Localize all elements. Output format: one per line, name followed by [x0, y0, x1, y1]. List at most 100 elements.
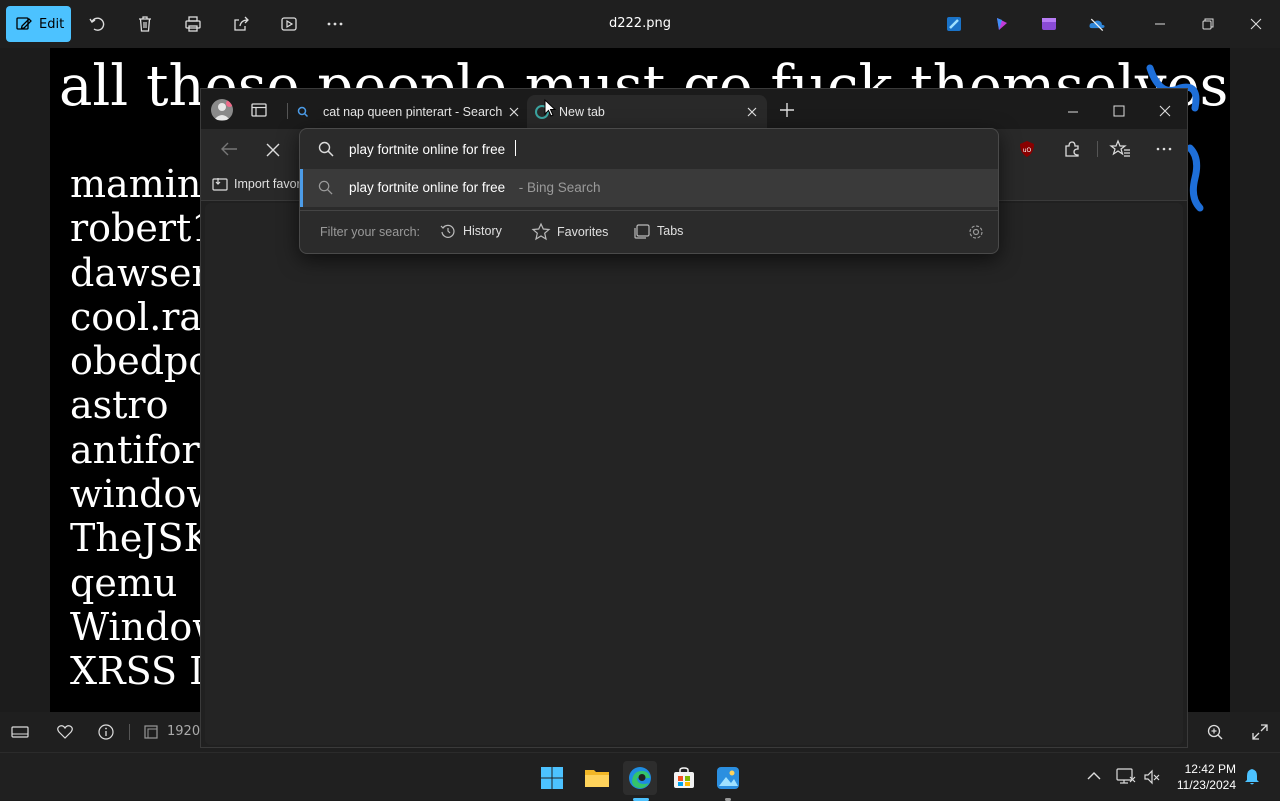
video-editor-icon: [1042, 18, 1056, 30]
edge-close-button[interactable]: [1159, 102, 1171, 121]
footer-divider: [129, 724, 130, 740]
windows-logo-icon: [541, 767, 563, 789]
print-button[interactable]: [179, 10, 207, 38]
filter-favorites-label: Favorites: [557, 224, 609, 239]
mouse-cursor-icon: [544, 98, 557, 117]
filmstrip-icon[interactable]: [11, 723, 29, 741]
tab-close-icon[interactable]: [509, 107, 519, 117]
system-clock[interactable]: 12:42 PM 11/23/2024: [1177, 761, 1236, 793]
edge-maximize-button[interactable]: [1113, 102, 1125, 121]
windows-taskbar: 12:42 PM 11/23/2024: [0, 752, 1280, 801]
favorite-heart-icon[interactable]: [56, 723, 74, 741]
edge-tab-bar: cat nap queen pinterart - Search New tab: [201, 89, 1187, 129]
history-clock-icon: [440, 224, 455, 238]
share-icon: [234, 16, 249, 31]
favorites-button[interactable]: [1109, 139, 1131, 162]
chevron-up-icon[interactable]: [1087, 771, 1101, 781]
tab-new-tab[interactable]: New tab: [527, 95, 767, 129]
edge-minimize-button[interactable]: [1067, 103, 1079, 122]
tab-divider: [287, 103, 288, 119]
play-icon: [281, 17, 297, 31]
gear-icon[interactable]: [968, 224, 984, 240]
new-tab-button[interactable]: [779, 102, 795, 118]
back-arrow-icon: [221, 142, 237, 156]
stop-loading-button[interactable]: [266, 142, 280, 161]
tab-actions-button[interactable]: [250, 101, 268, 119]
designer-button[interactable]: [940, 10, 968, 38]
filter-tabs-button[interactable]: Tabs: [634, 223, 683, 239]
filter-tabs-label: Tabs: [657, 224, 684, 238]
more-options-button[interactable]: [321, 10, 349, 38]
clipchamp-button[interactable]: [988, 10, 1016, 38]
address-bar-dropdown: play fortnite online for free - Bing Sea…: [299, 128, 999, 254]
settings-and-more-button[interactable]: [1156, 141, 1172, 161]
restore-icon: [1202, 18, 1214, 30]
tab-close-icon[interactable]: [747, 107, 757, 117]
photos-app-icon: [717, 767, 739, 789]
filter-favorites-button[interactable]: Favorites: [531, 222, 609, 241]
search-suggestion[interactable]: play fortnite online for free - Bing Sea…: [300, 169, 998, 207]
info-icon[interactable]: [97, 723, 115, 741]
search-icon: [318, 180, 333, 195]
address-bar: [300, 129, 998, 169]
resolution-text: 1920: [167, 724, 201, 739]
share-button[interactable]: [227, 10, 255, 38]
photos-close-button[interactable]: [1244, 12, 1268, 36]
store-bag-icon: [674, 767, 694, 788]
edit-image-icon: [16, 17, 32, 30]
edit-button[interactable]: Edit: [6, 6, 71, 42]
clipchamp-video-button[interactable]: [1035, 10, 1063, 38]
full-screen-icon[interactable]: [1251, 723, 1269, 741]
extensions-button[interactable]: [1063, 140, 1081, 162]
ellipsis-icon: [327, 22, 343, 26]
import-icon: [212, 178, 228, 191]
back-button[interactable]: [220, 141, 238, 161]
edge-taskbar-button[interactable]: [623, 761, 657, 795]
speaker-muted-icon[interactable]: [1143, 768, 1161, 786]
photos-taskbar-button[interactable]: [711, 761, 745, 795]
close-icon: [1250, 18, 1262, 30]
rotate-icon: [89, 17, 105, 31]
address-bar-input[interactable]: [349, 139, 969, 159]
printer-icon: [185, 16, 201, 32]
import-favorites-button[interactable]: Import favor: [212, 176, 301, 192]
slideshow-button[interactable]: [275, 10, 303, 38]
minimize-icon: [1155, 23, 1165, 25]
onedrive-button[interactable]: [1083, 10, 1111, 38]
new-tab-page: [205, 203, 1183, 745]
start-button[interactable]: [535, 761, 569, 795]
photos-minimize-button[interactable]: [1148, 12, 1172, 36]
tab-search-label: cat nap queen pinterart - Search: [323, 105, 503, 119]
search-filter-row: Filter your search: History Favorites Ta…: [300, 211, 998, 253]
tab-search[interactable]: cat nap queen pinterart - Search: [291, 95, 525, 129]
store-button[interactable]: [667, 761, 701, 795]
suggestion-query: play fortnite online for free: [349, 180, 506, 195]
ublock-shield-icon: uO: [1020, 141, 1034, 157]
ublock-extension-button[interactable]: uO: [1018, 140, 1036, 158]
tab-new-tab-label: New tab: [559, 105, 605, 119]
network-icon[interactable]: [1116, 767, 1136, 785]
filter-history-label: History: [463, 224, 502, 238]
file-explorer-button[interactable]: [580, 761, 614, 795]
filter-history-button[interactable]: History: [440, 223, 502, 239]
zoom-in-icon[interactable]: [1206, 723, 1224, 741]
photos-restore-button[interactable]: [1196, 12, 1220, 36]
close-icon: [1159, 105, 1171, 117]
toolbar-divider: [1097, 141, 1098, 157]
delete-button[interactable]: [131, 10, 159, 38]
filter-label: Filter your search:: [320, 225, 421, 239]
file-name-title: d222.png: [609, 16, 671, 31]
resolution-icon: [144, 725, 158, 739]
search-favicon-icon: [297, 106, 309, 118]
rotate-button[interactable]: [83, 10, 111, 38]
ellipsis-icon: [1156, 147, 1172, 151]
profile-avatar[interactable]: [211, 99, 233, 121]
photos-toolbar: Edit d222.png: [0, 0, 1280, 48]
text-caret: [515, 140, 516, 156]
maximize-icon: [1113, 105, 1125, 117]
notification-bell-icon[interactable]: [1244, 768, 1260, 786]
folder-icon: [585, 770, 609, 787]
clock-time: 12:42 PM: [1184, 762, 1236, 776]
suggestion-source: - Bing Search: [515, 180, 601, 195]
clock-date: 11/23/2024: [1176, 778, 1236, 792]
